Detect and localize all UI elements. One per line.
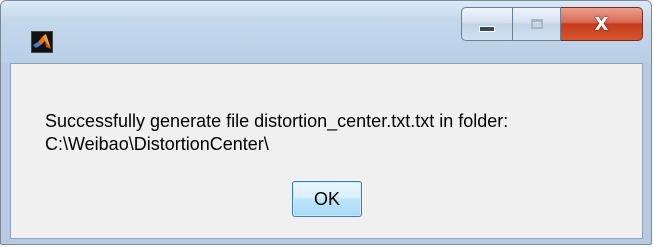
maximize-icon (530, 19, 543, 29)
message-text: Successfully generate file distortion_ce… (45, 110, 508, 156)
ok-button[interactable]: OK (292, 181, 362, 217)
maximize-button[interactable] (513, 7, 561, 41)
title-bar[interactable]: X (1, 1, 651, 63)
message-line-1: Successfully generate file distortion_ce… (45, 111, 509, 131)
matlab-logo-icon (31, 31, 53, 53)
minimize-button[interactable] (461, 7, 513, 41)
dialog-body: Successfully generate file distortion_ce… (10, 63, 643, 239)
close-button[interactable]: X (561, 7, 643, 41)
message-line-2: C:\Weibao\DistortionCenter\ (45, 134, 269, 154)
dialog-window: X Successfully generate file distortion_… (0, 0, 652, 245)
minimize-icon (479, 26, 495, 32)
close-icon: X (594, 13, 609, 35)
caption-buttons: X (461, 7, 643, 41)
